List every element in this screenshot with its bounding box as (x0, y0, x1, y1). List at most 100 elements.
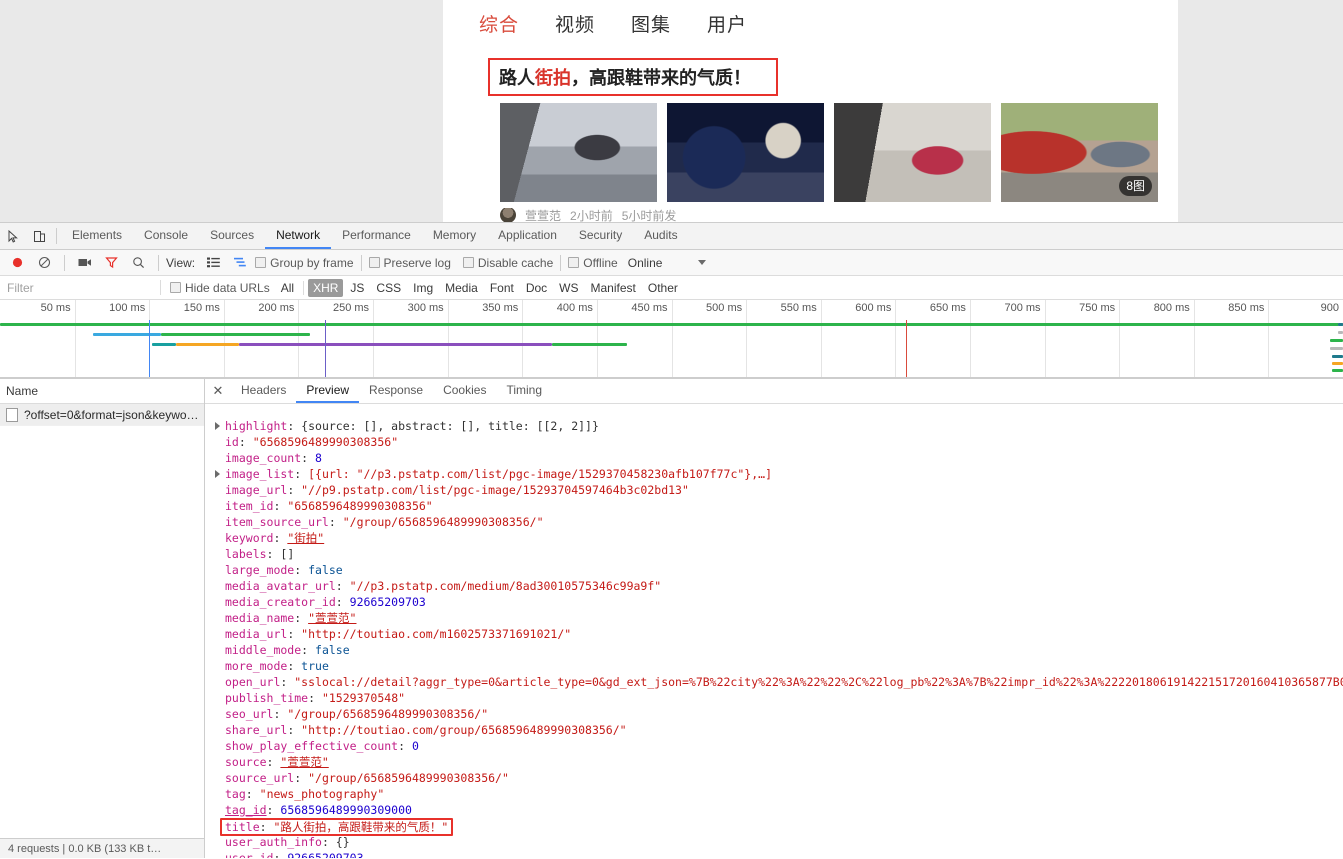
json-preview-viewer[interactable]: highlight: {source: [], abstract: [], ti… (205, 404, 1343, 858)
tab-security[interactable]: Security (568, 223, 633, 249)
offline-checkbox[interactable]: Offline (568, 256, 618, 270)
toolbar-divider-2 (158, 254, 159, 271)
json-line[interactable]: show_play_effective_count: 0 (215, 738, 1343, 754)
json-line[interactable]: highlight: {source: [], abstract: [], ti… (215, 418, 1343, 434)
json-line[interactable]: image_url: "//p9.pstatp.com/list/pgc-ima… (215, 482, 1343, 498)
toggle-device-toolbar-icon[interactable] (26, 223, 52, 249)
json-line[interactable]: image_list: [{url: "//p3.pstatp.com/list… (215, 466, 1343, 482)
json-line[interactable]: source_url: "/group/6568596489990308356/… (215, 770, 1343, 786)
json-value: "news_photography" (259, 787, 385, 801)
json-line[interactable]: tag: "news_photography" (215, 786, 1343, 802)
disable-cache-checkbox[interactable]: Disable cache (462, 256, 553, 270)
thumbnail-image-1[interactable] (500, 103, 657, 202)
tab-sources[interactable]: Sources (199, 223, 265, 249)
tab-application[interactable]: Application (487, 223, 568, 249)
capture-screenshots-icon[interactable] (72, 252, 97, 274)
json-line[interactable]: large_mode: false (215, 562, 1343, 578)
group-by-frame-checkbox[interactable]: Group by frame (255, 256, 354, 270)
filter-type-manifest[interactable]: Manifest (586, 279, 641, 297)
json-line[interactable]: tag_id: 6568596489990309000 (215, 802, 1343, 818)
thumbnail-image-4[interactable]: 8图 (1001, 103, 1158, 202)
search-icon[interactable] (126, 252, 151, 274)
filter-funnel-icon[interactable] (99, 252, 124, 274)
nav-tab-zonghe[interactable]: 综合 (479, 0, 519, 52)
chevron-down-icon[interactable] (698, 260, 707, 265)
filter-type-js[interactable]: JS (345, 279, 369, 297)
timeline-bar (152, 343, 177, 346)
json-line[interactable]: media_avatar_url: "//p3.pstatp.com/mediu… (215, 578, 1343, 594)
json-line[interactable]: open_url: "sslocal://detail?aggr_type=0&… (215, 674, 1343, 690)
online-throttle-select[interactable]: Online (628, 256, 663, 270)
thumbnail-image-3[interactable] (834, 103, 991, 202)
json-line[interactable]: image_count: 8 (215, 450, 1343, 466)
json-line[interactable]: title: "路人街拍，高跟鞋带来的气质！" (215, 818, 1343, 836)
json-key: share_url (225, 723, 288, 737)
json-line[interactable]: user_id: 92665209703 (215, 850, 1343, 858)
filter-type-all[interactable]: All (276, 279, 299, 297)
tab-memory[interactable]: Memory (422, 223, 487, 249)
disclosure-triangle-icon[interactable] (215, 470, 220, 478)
hide-data-urls-checkbox[interactable]: Hide data URLs (170, 281, 270, 295)
tab-audits[interactable]: Audits (633, 223, 688, 249)
json-line-content: media_url: "http://toutiao.com/m16025733… (225, 627, 571, 641)
meta-time: 2小时前 (570, 208, 613, 223)
filter-type-css[interactable]: CSS (371, 279, 406, 297)
json-line[interactable]: seo_url: "/group/6568596489990308356/" (215, 706, 1343, 722)
json-separator: : (273, 531, 288, 545)
detail-tab-headers[interactable]: Headers (231, 379, 296, 403)
close-icon[interactable]: ✕ (205, 379, 231, 403)
clear-button[interactable] (32, 252, 57, 274)
detail-tab-response[interactable]: Response (359, 379, 433, 403)
filter-type-ws[interactable]: WS (554, 279, 583, 297)
json-line[interactable]: item_source_url: "/group/656859648999030… (215, 514, 1343, 530)
json-separator: : (287, 483, 302, 497)
nav-tab-shipin[interactable]: 视频 (555, 0, 595, 52)
filter-type-doc[interactable]: Doc (521, 279, 552, 297)
json-line[interactable]: media_url: "http://toutiao.com/m16025733… (215, 626, 1343, 642)
tab-performance[interactable]: Performance (331, 223, 422, 249)
filter-type-xhr[interactable]: XHR (308, 278, 344, 297)
json-value: 0 (411, 739, 419, 753)
view-list-icon[interactable] (201, 252, 226, 274)
json-line[interactable]: id: "6568596489990308356" (215, 434, 1343, 450)
result-title[interactable]: 路人街拍，高跟鞋带来的气质！ (499, 64, 751, 90)
json-line[interactable]: middle_mode: false (215, 642, 1343, 658)
json-line[interactable]: media_name: "萱萱范" (215, 610, 1343, 626)
json-line[interactable]: media_creator_id: 92665209703 (215, 594, 1343, 610)
filter-type-font[interactable]: Font (485, 279, 519, 297)
json-line[interactable]: keyword: "街拍" (215, 530, 1343, 546)
filter-type-media[interactable]: Media (440, 279, 483, 297)
nav-tab-tuji[interactable]: 图集 (631, 0, 671, 52)
detail-tab-preview[interactable]: Preview (296, 379, 360, 403)
json-line[interactable]: publish_time: "1529370548" (215, 690, 1343, 706)
json-key: user_id (225, 851, 274, 858)
json-line[interactable]: labels: [] (215, 546, 1343, 562)
filter-input[interactable] (0, 275, 160, 300)
json-line[interactable]: share_url: "http://toutiao.com/group/656… (215, 722, 1343, 738)
inspect-element-icon[interactable] (0, 223, 26, 249)
json-key: middle_mode (225, 643, 302, 657)
thumbnail-image-2[interactable] (667, 103, 824, 202)
timeline-marker (149, 320, 151, 377)
json-separator: : (398, 739, 412, 753)
request-list-header[interactable]: Name (0, 379, 204, 404)
tab-elements[interactable]: Elements (61, 223, 133, 249)
json-value: "http://toutiao.com/group/65685964899903… (301, 723, 627, 737)
record-button[interactable] (5, 252, 30, 274)
tab-console[interactable]: Console (133, 223, 199, 249)
detail-tab-cookies[interactable]: Cookies (433, 379, 496, 403)
nav-tab-yonghu[interactable]: 用户 (707, 0, 747, 52)
preserve-log-checkbox[interactable]: Preserve log (368, 256, 451, 270)
tab-network[interactable]: Network (265, 223, 332, 249)
json-line[interactable]: item_id: "6568596489990308356" (215, 498, 1343, 514)
detail-tab-timing[interactable]: Timing (496, 379, 552, 403)
network-overview-timeline[interactable]: 50 ms 100 ms 150 ms 200 ms 250 ms 300 ms 350 m… (0, 300, 1343, 378)
json-line[interactable]: source: "萱萱范" (215, 754, 1343, 770)
table-row[interactable]: ?offset=0&format=json&keywo… (0, 404, 204, 426)
json-line[interactable]: more_mode: true (215, 658, 1343, 674)
json-line[interactable]: user_auth_info: {} (215, 834, 1343, 850)
filter-type-other[interactable]: Other (643, 279, 683, 297)
view-waterfall-icon[interactable] (228, 252, 253, 274)
disclosure-triangle-icon[interactable] (215, 422, 220, 430)
filter-type-img[interactable]: Img (408, 279, 438, 297)
